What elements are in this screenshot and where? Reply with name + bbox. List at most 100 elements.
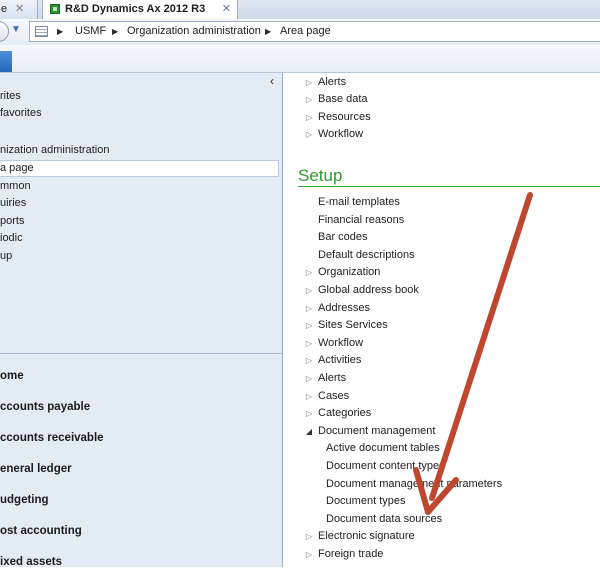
- address-bar: ▼ ▶ USMF ▶ Organization administration ▶…: [0, 19, 600, 45]
- breadcrumb-page[interactable]: Area page: [280, 22, 331, 41]
- expand-icon[interactable]: ▷: [304, 370, 314, 387]
- setup-item-label: Organization: [318, 266, 381, 278]
- expand-icon[interactable]: ▷: [304, 388, 314, 405]
- breadcrumb-module[interactable]: Organization administration: [127, 22, 261, 41]
- setup-item-label: Workflow: [318, 337, 364, 349]
- chevron-down-icon[interactable]: ▼: [11, 24, 21, 35]
- ribbon: [0, 45, 600, 73]
- setup-item-label: Document management parameters: [326, 478, 503, 490]
- setup-item-label: Default descriptions: [318, 249, 415, 261]
- divider: [298, 186, 600, 187]
- expand-icon[interactable]: ▷: [304, 109, 314, 126]
- nav-item-label: mmon: [0, 180, 31, 192]
- expand-icon[interactable]: ▷: [304, 352, 314, 369]
- expand-icon[interactable]: ▷: [304, 546, 314, 563]
- module-label: ccounts payable: [0, 401, 91, 413]
- module-accounts-receivable[interactable]: ccounts receivable: [0, 423, 282, 454]
- divider: [0, 353, 282, 354]
- setup-item-label: Foreign trade: [318, 548, 384, 560]
- breadcrumb[interactable]: ▶ USMF ▶ Organization administration ▶ A…: [29, 21, 600, 42]
- setup-item-label: Document data sources: [326, 513, 443, 525]
- nav-item-favorites[interactable]: rites: [0, 88, 279, 105]
- expand-icon[interactable]: ▷: [304, 126, 314, 143]
- nav-item-label: rites: [0, 90, 21, 102]
- expand-icon[interactable]: ▷: [304, 91, 314, 108]
- breadcrumb-separator-icon[interactable]: ▶: [57, 22, 63, 41]
- setup-heading: Setup: [298, 166, 343, 185]
- expand-icon[interactable]: ▷: [304, 528, 314, 545]
- nav-item-label: uiries: [0, 197, 27, 209]
- nav-item-common[interactable]: mmon: [0, 178, 279, 195]
- forward-button[interactable]: [0, 21, 9, 42]
- setup-item-label: Alerts: [318, 372, 347, 384]
- nav-item-organization-administration[interactable]: nization administration: [0, 142, 279, 159]
- nav-item-label: favorites: [0, 107, 42, 119]
- setup-item-label: Document content types: [326, 460, 445, 472]
- nav-item-my-favorites[interactable]: favorites: [0, 105, 279, 122]
- ribbon-file-tab[interactable]: [0, 51, 12, 72]
- expand-icon[interactable]: ▷: [304, 317, 314, 334]
- navigation-pane: ‹ rites favorites nization administratio…: [0, 73, 283, 568]
- setup-item-label: Active document tables: [326, 442, 440, 454]
- setup-item-label: Document management: [318, 425, 436, 437]
- nav-item-label: up: [0, 250, 13, 262]
- module-label: ome: [0, 370, 24, 382]
- tab-active-label: R&D Dynamics Ax 2012 R3: [65, 3, 206, 15]
- module-general-ledger[interactable]: eneral ledger: [0, 454, 282, 485]
- content-item-label: Alerts: [318, 76, 347, 88]
- content-item-label: Resources: [318, 111, 371, 123]
- setup-item-label: E-mail templates: [318, 196, 400, 208]
- setup-item-label: Activities: [318, 354, 362, 366]
- setup-item-label: Bar codes: [318, 231, 368, 243]
- module-home[interactable]: ome: [0, 361, 282, 392]
- content-item-label: Workflow: [318, 128, 364, 140]
- nav-item-area-page[interactable]: a page: [0, 160, 279, 177]
- breadcrumb-company[interactable]: USMF: [75, 22, 106, 41]
- module-label: ost accounting: [0, 525, 82, 537]
- address-menu-icon[interactable]: [35, 26, 48, 37]
- breadcrumb-separator-icon[interactable]: ▶: [112, 22, 118, 41]
- module-accounts-payable[interactable]: ccounts payable: [0, 392, 282, 423]
- nav-item-periodic[interactable]: iodic: [0, 230, 279, 247]
- close-icon[interactable]: ✕: [222, 0, 231, 18]
- expand-icon[interactable]: ▷: [304, 300, 314, 317]
- module-label: eneral ledger: [0, 463, 72, 475]
- module-label: ccounts receivable: [0, 432, 104, 444]
- module-fixed-assets[interactable]: ixed assets: [0, 547, 282, 578]
- module-label: ixed assets: [0, 556, 63, 568]
- module-label: udgeting: [0, 494, 49, 506]
- module-budgeting[interactable]: udgeting: [0, 485, 282, 516]
- setup-item-label: Electronic signature: [318, 530, 415, 542]
- area-page-content: ▷ Alerts ▷ Base data ▷ Resources ▷ Workf…: [284, 73, 600, 567]
- nav-item-label: nization administration: [0, 144, 110, 156]
- tab-active[interactable]: R&D Dynamics Ax 2012 R3 ✕: [42, 0, 238, 19]
- setup-item-label: Document types: [326, 495, 406, 507]
- content-item-label: Base data: [318, 93, 368, 105]
- nav-item-label: iodic: [0, 232, 23, 244]
- setup-item-label: Addresses: [318, 302, 370, 314]
- collapse-icon[interactable]: ◢: [304, 423, 314, 440]
- expand-icon[interactable]: ▷: [304, 282, 314, 299]
- nav-item-label: a page: [0, 162, 34, 174]
- breadcrumb-separator-icon[interactable]: ▶: [265, 22, 271, 41]
- nav-item-label: ports: [0, 215, 25, 227]
- expand-icon[interactable]: ▷: [304, 405, 314, 422]
- nav-item-setup[interactable]: up: [0, 248, 279, 265]
- module-cost-accounting[interactable]: ost accounting: [0, 516, 282, 547]
- setup-item-label: Sites Services: [318, 319, 388, 331]
- setup-item-label: Global address book: [318, 284, 419, 296]
- expand-icon[interactable]: ▷: [304, 74, 314, 91]
- dynamics-app-icon: [50, 4, 60, 14]
- collapse-pane-icon[interactable]: ‹: [270, 74, 274, 88]
- setup-item-label: Cases: [318, 390, 350, 402]
- expand-icon[interactable]: ▷: [304, 264, 314, 281]
- nav-item-reports[interactable]: ports: [0, 213, 279, 230]
- expand-icon[interactable]: ▷: [304, 335, 314, 352]
- document-tab-strip: e ✕ R&D Dynamics Ax 2012 R3 ✕: [0, 0, 600, 20]
- setup-item-label: Financial reasons: [318, 214, 405, 226]
- close-icon[interactable]: ✕: [15, 0, 24, 18]
- nav-item-inquiries[interactable]: uiries: [0, 195, 279, 212]
- tab-previous-label: e: [1, 3, 8, 15]
- tab-previous[interactable]: e ✕: [0, 0, 38, 19]
- setup-item-label: Categories: [318, 407, 372, 419]
